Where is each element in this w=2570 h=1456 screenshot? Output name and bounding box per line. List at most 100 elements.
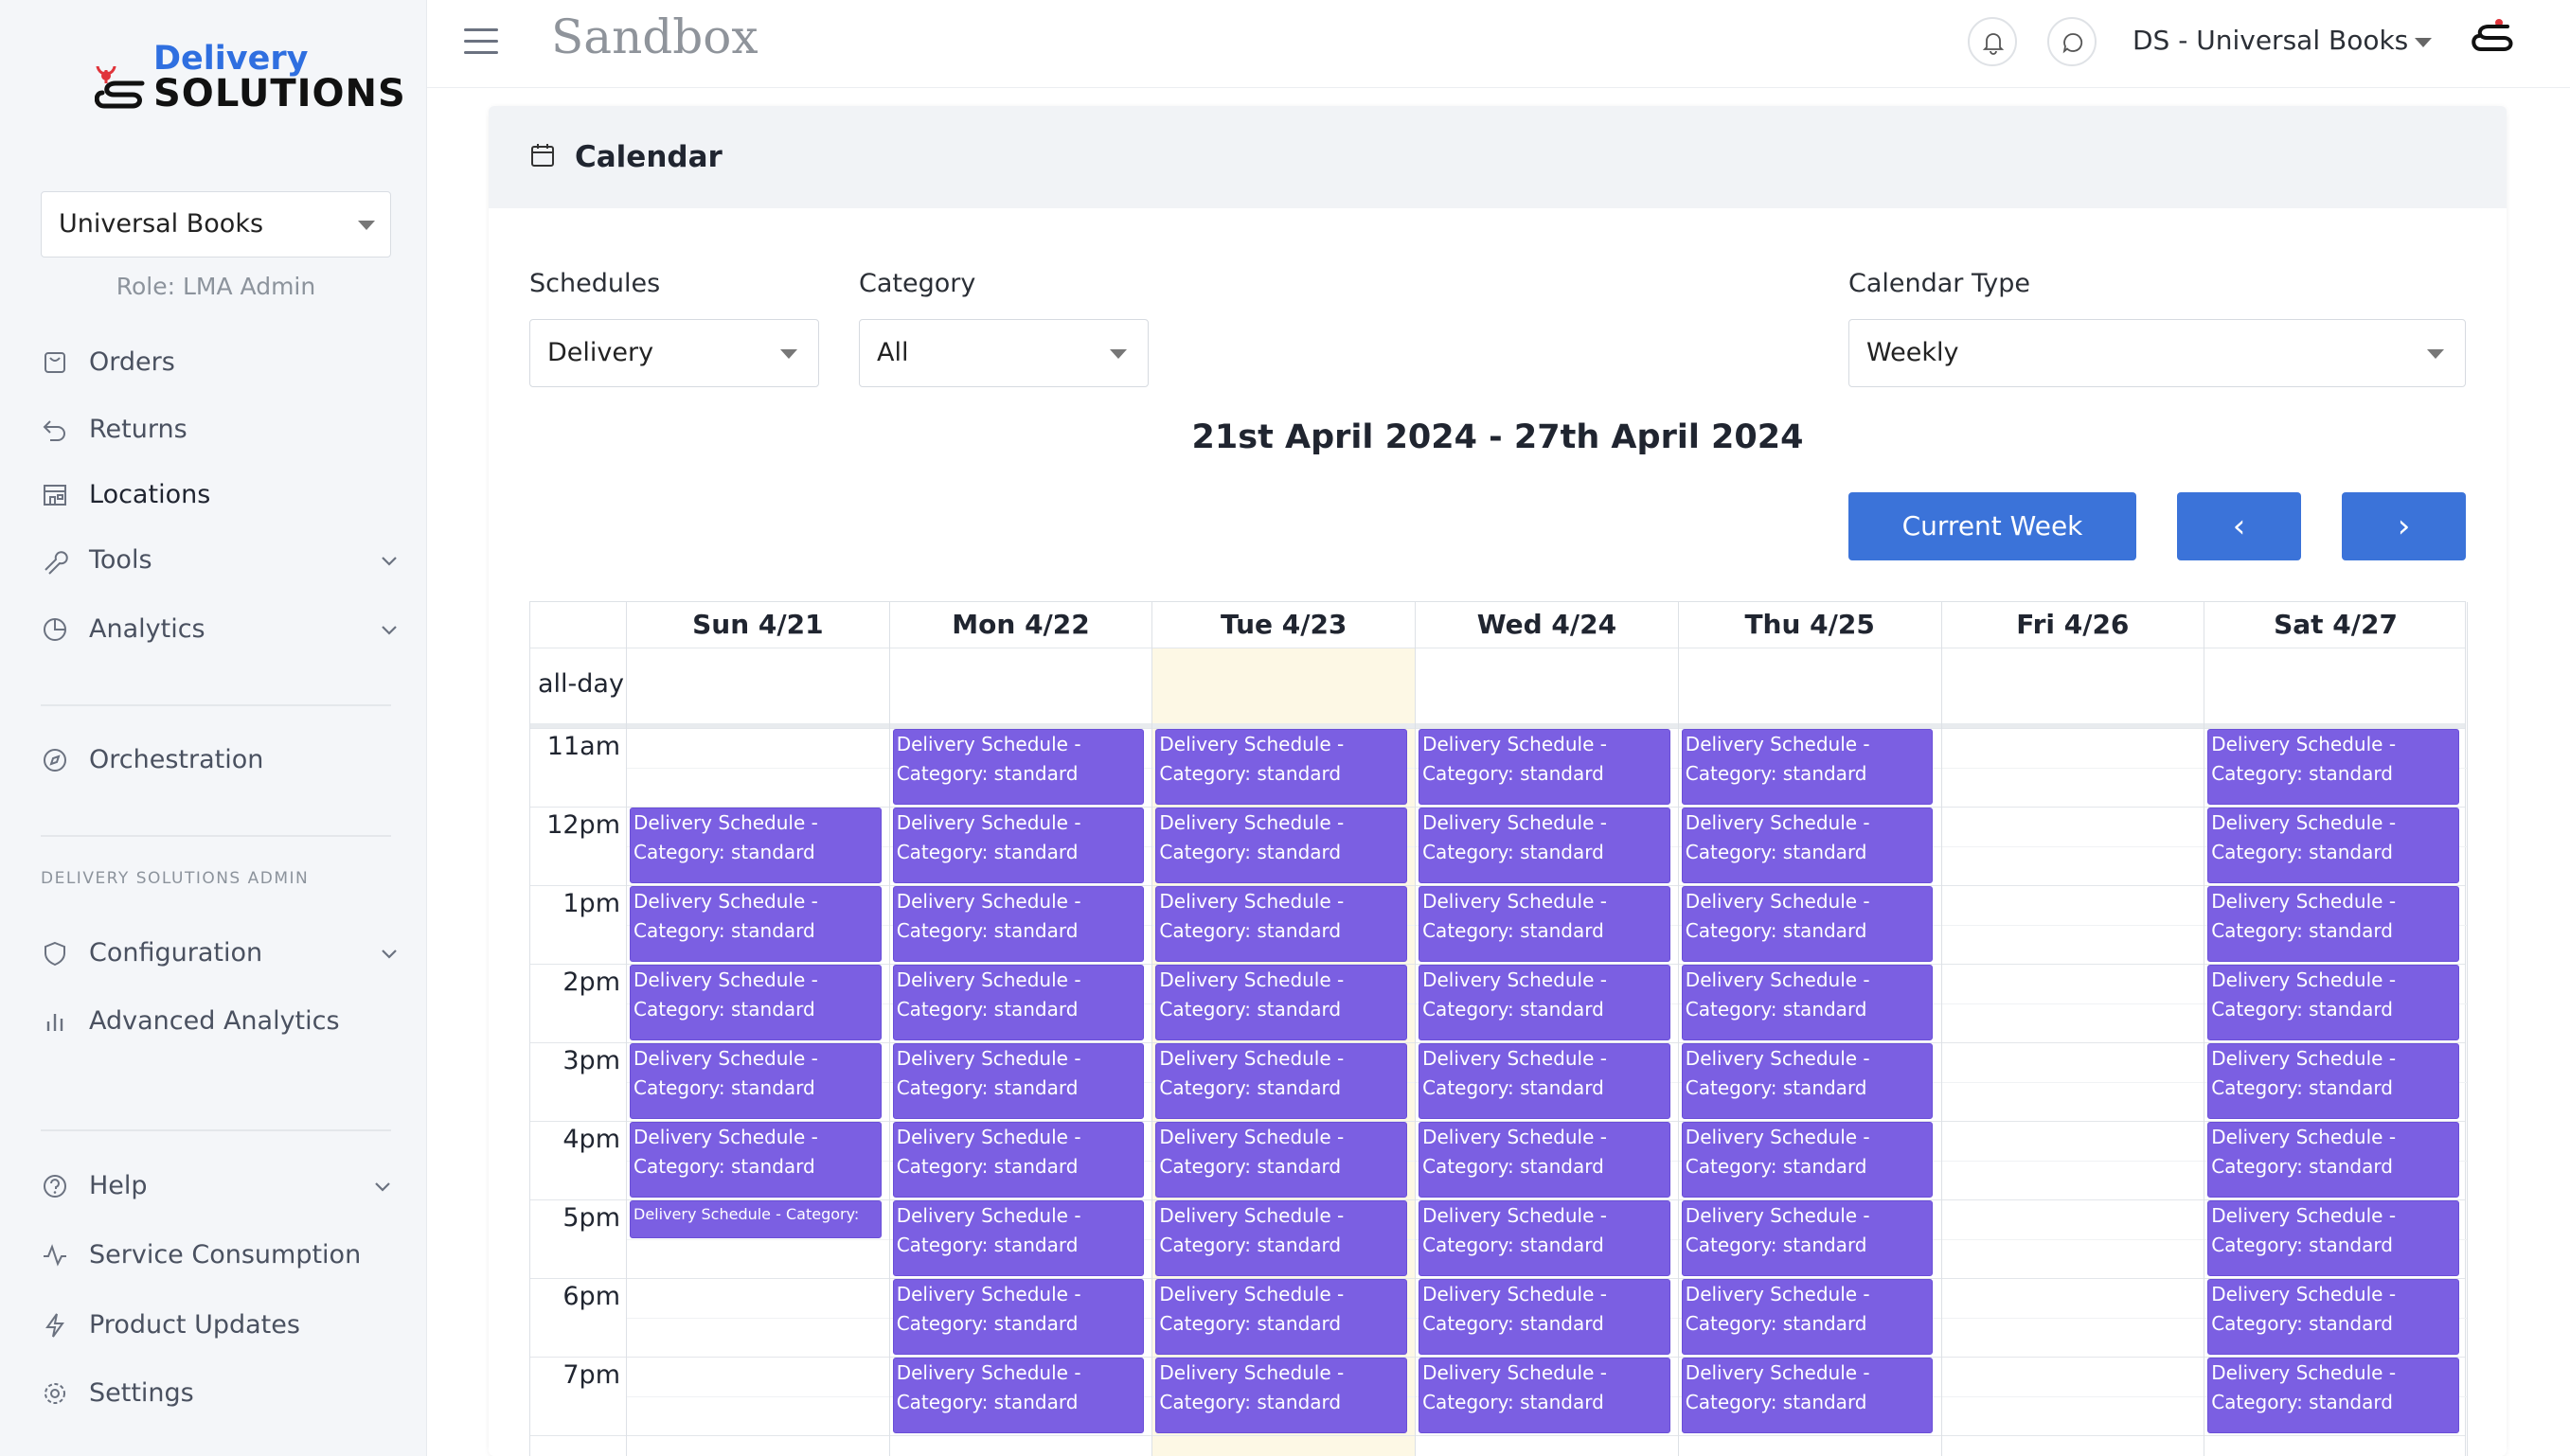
calendar-event[interactable]: Delivery Schedule - Category: standard bbox=[2207, 965, 2459, 1040]
day-header[interactable]: Tue 4/23 bbox=[1151, 602, 1415, 648]
calendar-event[interactable]: Delivery Schedule - Category: standard bbox=[892, 1122, 1145, 1198]
all-day-label: all-day bbox=[538, 669, 624, 699]
calendar-event[interactable]: Delivery Schedule - Category: standard bbox=[1419, 1122, 1670, 1198]
sidebar-item-service-consumption[interactable]: Service Consumption bbox=[41, 1234, 401, 1276]
day-header[interactable]: Fri 4/26 bbox=[1940, 602, 2204, 648]
sidebar-item-product-updates[interactable]: Product Updates bbox=[41, 1305, 401, 1346]
calendar-event[interactable]: Delivery Schedule - Category: standard bbox=[2207, 1043, 2459, 1119]
organization-select[interactable]: Universal Books bbox=[41, 191, 391, 257]
sidebar-item-advanced-analytics[interactable]: Advanced Analytics bbox=[41, 1001, 401, 1042]
calendar-event[interactable]: Delivery Schedule - Category: standard bbox=[1419, 965, 1670, 1040]
calendar-event[interactable]: Delivery Schedule - Category: standard bbox=[1419, 1043, 1670, 1119]
calendar-event[interactable]: Delivery Schedule - Category: standard bbox=[1155, 886, 1408, 962]
category-select[interactable]: All bbox=[859, 319, 1149, 387]
day-column-line bbox=[1677, 602, 1679, 1456]
sidebar-item-orchestration[interactable]: Orchestration bbox=[41, 739, 401, 781]
calendar-event[interactable]: Delivery Schedule - Category: standard bbox=[630, 965, 882, 1040]
sidebar-item-orders[interactable]: Orders bbox=[41, 342, 401, 383]
calendar-event[interactable]: Delivery Schedule - Category: standard bbox=[630, 1122, 882, 1198]
calendar-event[interactable]: Delivery Schedule - Category: standard bbox=[892, 1200, 1145, 1276]
calendar-event[interactable]: Delivery Schedule - Category: standard bbox=[630, 808, 882, 883]
calendar-event[interactable]: Delivery Schedule - Category: standard bbox=[1419, 886, 1670, 962]
next-week-button[interactable]: › bbox=[2342, 492, 2466, 560]
calendar-event[interactable]: Delivery Schedule - Category: standard bbox=[1681, 965, 1934, 1040]
calendar-event[interactable]: Delivery Schedule - Category: standard bbox=[1155, 729, 1408, 805]
calendar-event[interactable]: Delivery Schedule - Category: standard bbox=[892, 729, 1145, 805]
calendar-event[interactable]: Delivery Schedule - Category: standard bbox=[1155, 1279, 1408, 1355]
messages-button[interactable] bbox=[2047, 17, 2097, 66]
calendar-event[interactable]: Delivery Schedule - Category: standard bbox=[630, 1043, 882, 1119]
account-name[interactable]: DS - Universal Books bbox=[2133, 25, 2408, 56]
sidebar-item-configuration[interactable]: Configuration bbox=[41, 932, 401, 974]
event-title: Delivery Schedule - bbox=[1159, 1126, 1345, 1148]
calendar-event[interactable]: Delivery Schedule - Category: standard bbox=[1155, 1043, 1408, 1119]
notifications-button[interactable] bbox=[1968, 17, 2017, 66]
calendar-event[interactable]: Delivery Schedule - Category: standard bbox=[1419, 1358, 1670, 1433]
weekly-calendar: all-day Sun 4/21 Mon 4/22 Tue 4/23 Wed 4/24… bbox=[529, 601, 2468, 1456]
sidebar-item-locations[interactable]: Locations bbox=[41, 474, 401, 516]
calendar-event[interactable]: Delivery Schedule - Category: standard bbox=[1681, 808, 1934, 883]
calendar-event[interactable]: Delivery Schedule - Category: standard bbox=[1681, 1279, 1934, 1355]
calendar-event[interactable]: Delivery Schedule - Category: standard bbox=[630, 886, 882, 962]
calendar-event[interactable]: Delivery Schedule - Category: standard bbox=[892, 808, 1145, 883]
calendar-event[interactable]: Delivery Schedule - Category: standard bbox=[1419, 1279, 1670, 1355]
calendar-event[interactable]: Delivery Schedule - Category: standard bbox=[1155, 1122, 1408, 1198]
event-title: Delivery Schedule - bbox=[896, 1283, 1081, 1305]
event-category: Category: standard bbox=[1685, 762, 1867, 785]
current-week-button[interactable]: Current Week bbox=[1848, 492, 2136, 560]
calendar-event[interactable]: Delivery Schedule - Category: standard bbox=[1419, 1200, 1670, 1276]
sidebar-item-tools[interactable]: Tools bbox=[41, 540, 401, 581]
calendar-event[interactable]: Delivery Schedule - Category: standard bbox=[892, 886, 1145, 962]
sidebar-divider bbox=[41, 704, 391, 706]
sidebar-item-help[interactable]: Help bbox=[41, 1165, 401, 1207]
sidebar-item-settings[interactable]: Settings bbox=[41, 1373, 401, 1414]
store-icon bbox=[44, 485, 66, 506]
calendar-type-select[interactable]: Weekly bbox=[1848, 319, 2466, 387]
day-header[interactable]: Sun 4/21 bbox=[626, 602, 889, 648]
calendar-event[interactable]: Delivery Schedule - Category: standard bbox=[1681, 1200, 1934, 1276]
calendar-event[interactable]: Delivery Schedule - Category: standard bbox=[2207, 729, 2459, 805]
calendar-event[interactable]: Delivery Schedule - Category: standard bbox=[1155, 1200, 1408, 1276]
calendar-event[interactable]: Delivery Schedule - Category: standard bbox=[892, 1043, 1145, 1119]
sidebar-item-label: Analytics bbox=[89, 614, 205, 644]
sidebar-item-returns[interactable]: Returns bbox=[41, 409, 401, 451]
calendar-event[interactable]: Delivery Schedule - Category: standard bbox=[1681, 886, 1934, 962]
sidebar-item-analytics[interactable]: Analytics bbox=[41, 609, 401, 650]
day-header[interactable]: Wed 4/24 bbox=[1415, 602, 1678, 648]
day-header[interactable]: Thu 4/25 bbox=[1677, 602, 1941, 648]
calendar-event[interactable]: Delivery Schedule - Category: standard bbox=[2207, 1122, 2459, 1198]
calendar-event[interactable]: Delivery Schedule - Category: standard bbox=[2207, 1358, 2459, 1433]
previous-week-button[interactable]: ‹ bbox=[2177, 492, 2301, 560]
calendar-event[interactable]: Delivery Schedule - Category: standard bbox=[1681, 729, 1934, 805]
chevron-down-icon bbox=[382, 626, 397, 635]
brand-mark-icon[interactable] bbox=[2470, 17, 2517, 59]
event-title: Delivery Schedule - bbox=[2211, 811, 2397, 834]
calendar-event[interactable]: Delivery Schedule - Category: standard bbox=[1155, 808, 1408, 883]
calendar-event[interactable]: Delivery Schedule - Category: standard bbox=[1681, 1043, 1934, 1119]
calendar-event[interactable]: Delivery Schedule - Category: standard bbox=[1681, 1122, 1934, 1198]
calendar-event[interactable]: Delivery Schedule - Category: standard bbox=[892, 965, 1145, 1040]
calendar-event[interactable]: Delivery Schedule - Category: standard bbox=[892, 1279, 1145, 1355]
chevron-down-icon[interactable] bbox=[2415, 38, 2432, 47]
menu-icon[interactable] bbox=[464, 28, 498, 57]
event-title: Delivery Schedule - bbox=[1685, 733, 1870, 755]
brand-logo[interactable]: Delivery SOLUTIONS bbox=[95, 38, 405, 115]
calendar-event[interactable]: Delivery Schedule - Category: standard bbox=[1419, 808, 1670, 883]
event-category: Category: standard bbox=[2211, 1076, 2393, 1099]
calendar-event[interactable]: Delivery Schedule - Category: standard bbox=[892, 1358, 1145, 1433]
event-category: Category: standard bbox=[2211, 841, 2393, 863]
calendar-event[interactable]: Delivery Schedule - Category: standard bbox=[1419, 729, 1670, 805]
calendar-event[interactable]: Delivery Schedule - Category: standard bbox=[2207, 1279, 2459, 1355]
calendar-event[interactable]: Delivery Schedule - Category: standard bbox=[2207, 886, 2459, 962]
calendar-event[interactable]: Delivery Schedule - Category: bbox=[630, 1200, 882, 1238]
calendar-event[interactable]: Delivery Schedule - Category: standard bbox=[1155, 1358, 1408, 1433]
calendar-event[interactable]: Delivery Schedule - Category: standard bbox=[2207, 1200, 2459, 1276]
day-header[interactable]: Mon 4/22 bbox=[888, 602, 1152, 648]
calendar-event[interactable]: Delivery Schedule - Category: standard bbox=[1155, 965, 1408, 1040]
calendar-event[interactable]: Delivery Schedule - Category: standard bbox=[2207, 808, 2459, 883]
chevron-down-icon bbox=[780, 349, 797, 359]
calendar-event[interactable]: Delivery Schedule - Category: standard bbox=[1681, 1358, 1934, 1433]
schedules-select[interactable]: Delivery bbox=[529, 319, 819, 387]
page-title: Calendar bbox=[575, 140, 723, 174]
day-header[interactable]: Sat 4/27 bbox=[2204, 602, 2467, 648]
